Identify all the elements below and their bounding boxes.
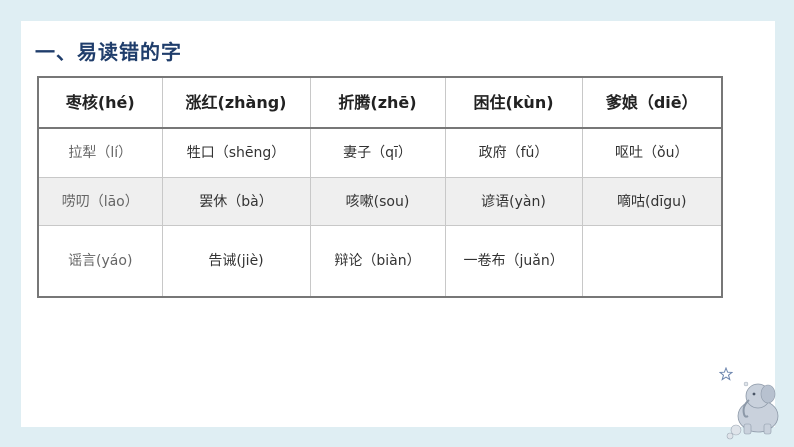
header-cell: 折腾(zhē) xyxy=(309,76,446,129)
vocabulary-table: 枣核(hé) 涨红(zhàng) 折腾(zhē) 困住(kùn) 爹娘（diē）… xyxy=(37,76,723,298)
table-cell: 妻子（qī） xyxy=(309,127,446,178)
table-cell: 呕吐（ǒu） xyxy=(581,127,723,178)
table-cell: 政府（fǔ） xyxy=(444,127,583,178)
table-cell: 谣言(yáo) xyxy=(37,225,163,298)
table-cell: 拉犁（lí） xyxy=(37,127,163,178)
table-cell: 一卷布（juǎn） xyxy=(444,225,583,298)
header-cell: 枣核(hé) xyxy=(37,76,163,129)
section-heading: 一、易读错的字 xyxy=(35,40,182,64)
elephant-icon xyxy=(726,381,779,440)
table-cell: 嘀咕(dīgu) xyxy=(581,177,723,226)
table-cell: 辩论（biàn） xyxy=(309,225,446,298)
table-cell: 咳嗽(sou) xyxy=(309,177,446,226)
table-header-row: 枣核(hé) 涨红(zhàng) 折腾(zhē) 困住(kùn) 爹娘（diē） xyxy=(37,76,723,129)
table-cell: 罢休（bà） xyxy=(161,177,311,226)
table-row: 谣言(yáo) 告诫(jiè) 辩论（biàn） 一卷布（juǎn） xyxy=(37,225,723,298)
table-row: 唠叨（lāo） 罢休（bà） 咳嗽(sou) 谚语(yàn) 嘀咕(dīgu) xyxy=(37,177,723,226)
table-cell: 唠叨（lāo） xyxy=(37,177,163,226)
header-cell: 涨红(zhàng) xyxy=(161,76,311,129)
table-row: 拉犁（lí） 牲口（shēng） 妻子（qī） 政府（fǔ） 呕吐（ǒu） xyxy=(37,127,723,178)
header-cell: 爹娘（diē） xyxy=(581,76,723,129)
table-cell: 牲口（shēng） xyxy=(161,127,311,178)
table-cell: 谚语(yàn) xyxy=(444,177,583,226)
table-cell-empty xyxy=(581,225,723,298)
table-cell: 告诫(jiè) xyxy=(161,225,311,298)
header-cell: 困住(kùn) xyxy=(444,76,583,129)
